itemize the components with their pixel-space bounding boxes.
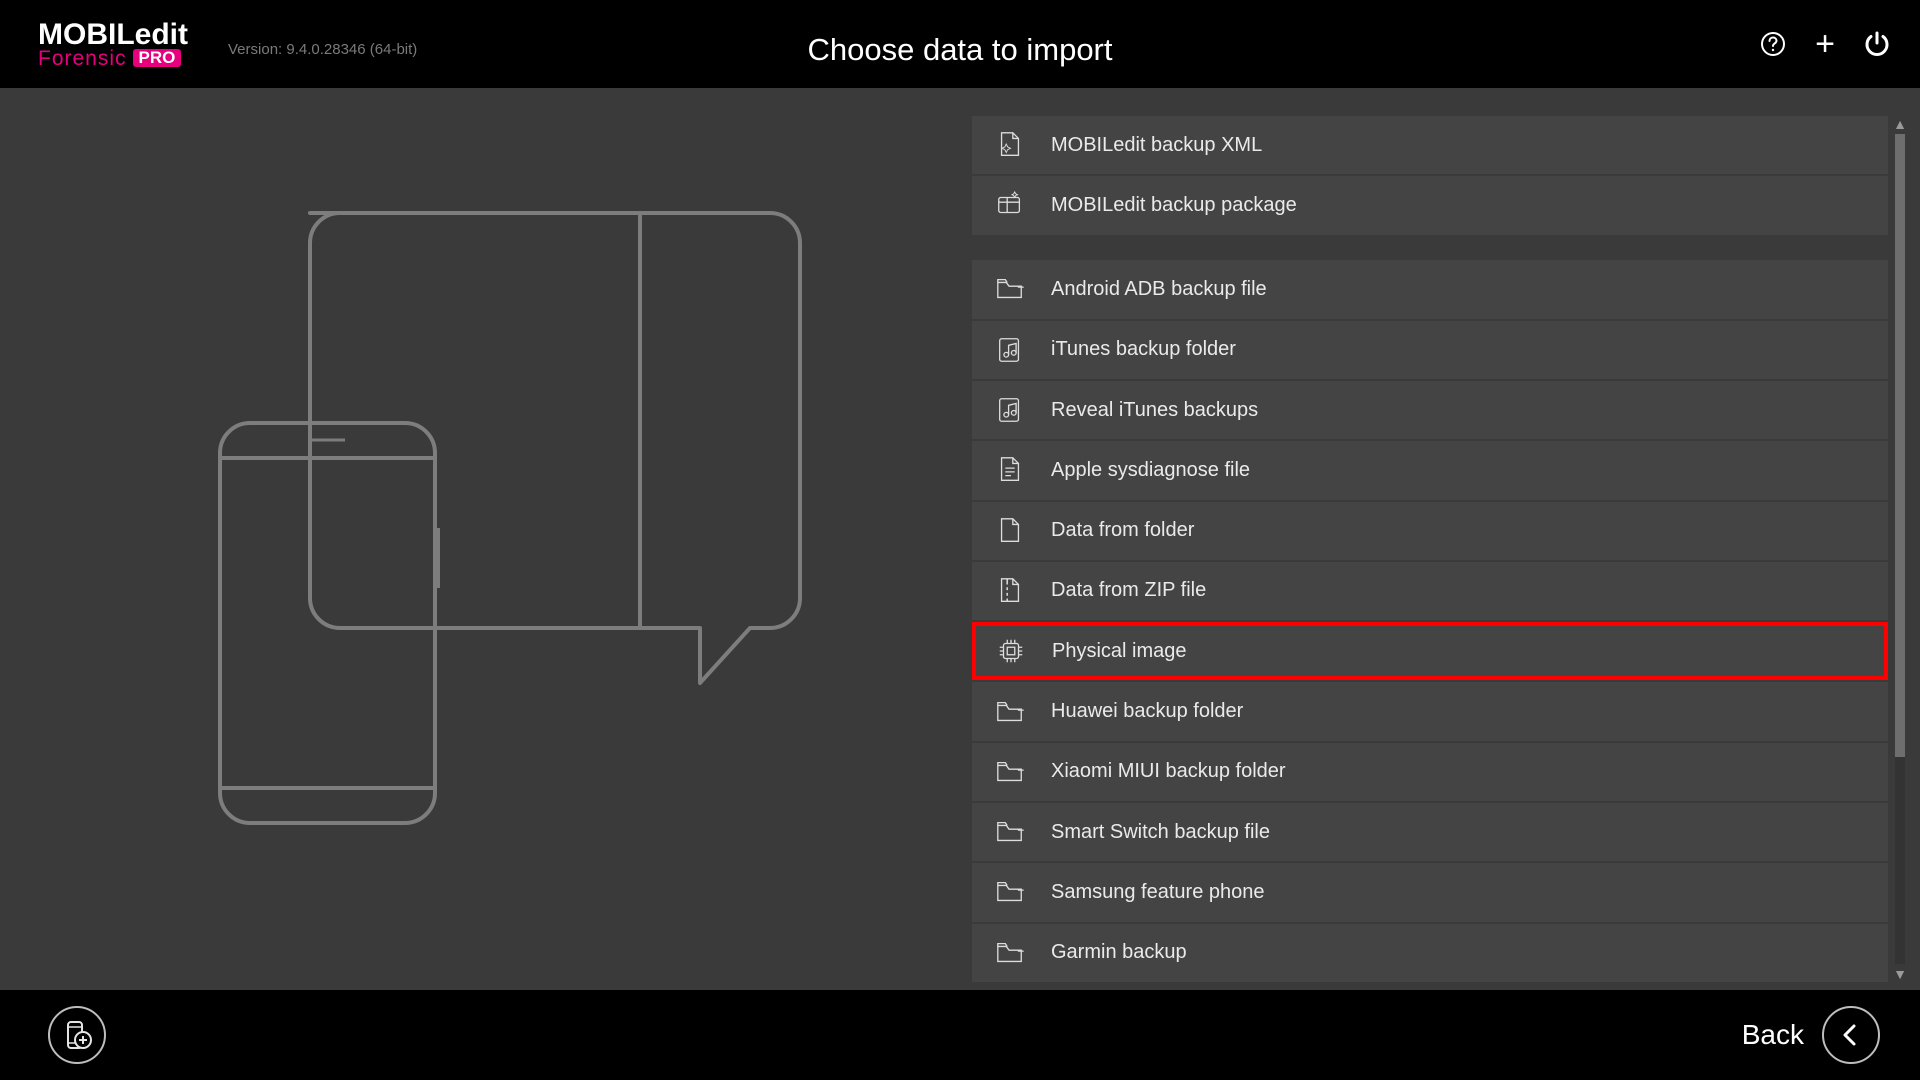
import-option-mobiledit-backup-xml[interactable]: MOBILedit backup XML [972,116,1888,174]
folder-open-icon [993,755,1027,789]
import-list: MOBILedit backup XML MOBILedit backup pac… [972,116,1888,982]
power-button[interactable] [1862,29,1892,59]
logo-line2: Forensic [38,48,127,69]
folder-open-icon [993,695,1027,729]
import-option-huawei-backup[interactable]: Huawei backup folder [972,682,1888,740]
chip-icon [994,634,1028,668]
import-option-data-from-folder[interactable]: Data from folder [972,502,1888,560]
import-option-label: Samsung feature phone [1051,881,1265,904]
add-button[interactable]: + [1810,29,1840,59]
scroll-down-icon[interactable]: ▼ [1893,966,1907,982]
folder-open-icon [993,936,1027,970]
file-sparkle-icon [993,128,1027,162]
import-option-label: iTunes backup folder [1051,338,1236,361]
music-file-icon [993,333,1027,367]
scroll-up-icon[interactable]: ▲ [1893,116,1907,132]
scrollbar[interactable]: ▲ ▼ [1892,116,1908,982]
chevron-left-icon [1838,1022,1864,1048]
report-file-icon [993,453,1027,487]
folder-open-icon [993,875,1027,909]
import-option-label: Data from ZIP file [1051,579,1206,602]
app-logo: MOBILedit Forensic PRO [0,20,188,69]
folder-open-icon [993,272,1027,306]
import-option-label: Physical image [1052,640,1187,663]
power-icon [1863,30,1891,58]
import-option-label: Apple sysdiagnose file [1051,459,1250,482]
import-option-label: Data from folder [1051,519,1194,542]
import-option-data-from-zip[interactable]: Data from ZIP file [972,562,1888,620]
page-title: Choose data to import [807,32,1112,68]
scroll-thumb[interactable] [1895,134,1905,757]
import-option-android-adb-backup[interactable]: Android ADB backup file [972,260,1888,318]
import-option-itunes-backup-folder[interactable]: iTunes backup folder [972,321,1888,379]
illustration-pane [0,88,972,990]
import-option-label: Android ADB backup file [1051,278,1267,301]
add-device-button[interactable] [48,1006,106,1064]
app-version: Version: 9.4.0.28346 (64-bit) [228,41,417,58]
import-option-xiaomi-backup[interactable]: Xiaomi MIUI backup folder [972,743,1888,801]
logo-pro-badge: PRO [133,49,182,67]
import-option-label: Garmin backup [1051,941,1187,964]
import-option-label: MOBILedit backup XML [1051,134,1262,157]
group-separator [972,237,1888,259]
scroll-track[interactable] [1895,134,1905,964]
back-button[interactable]: Back [1742,1006,1880,1064]
folder-open-icon [993,815,1027,849]
phone-plus-icon [60,1018,94,1052]
import-option-label: Reveal iTunes backups [1051,399,1258,422]
import-option-smart-switch[interactable]: Smart Switch backup file [972,803,1888,861]
main-area: MOBILedit backup XML MOBILedit backup pac… [0,88,1920,990]
import-option-mobiledit-backup-package[interactable]: MOBILedit backup package [972,176,1888,234]
zip-file-icon [993,574,1027,608]
import-list-pane: MOBILedit backup XML MOBILedit backup pac… [972,88,1920,990]
back-circle [1822,1006,1880,1064]
footer: Back [0,990,1920,1080]
music-file-icon [993,393,1027,427]
package-sparkle-icon [993,188,1027,222]
import-option-apple-sysdiagnose[interactable]: Apple sysdiagnose file [972,441,1888,499]
logo-line1: MOBILedit [38,20,188,50]
import-option-samsung-feature[interactable]: Samsung feature phone [972,863,1888,921]
import-option-physical-image[interactable]: Physical image [972,622,1888,680]
help-button[interactable] [1758,29,1788,59]
import-option-label: MOBILedit backup package [1051,194,1297,217]
import-option-reveal-itunes[interactable]: Reveal iTunes backups [972,381,1888,439]
import-option-label: Xiaomi MIUI backup folder [1051,760,1286,783]
help-icon [1760,31,1786,57]
phone-illustration [210,198,810,838]
import-option-garmin-backup[interactable]: Garmin backup [972,924,1888,982]
file-icon [993,514,1027,548]
plus-icon: + [1815,27,1835,61]
import-option-label: Huawei backup folder [1051,700,1243,723]
back-label: Back [1742,1019,1804,1051]
header: MOBILedit Forensic PRO Version: 9.4.0.28… [0,0,1920,88]
import-option-label: Smart Switch backup file [1051,821,1270,844]
